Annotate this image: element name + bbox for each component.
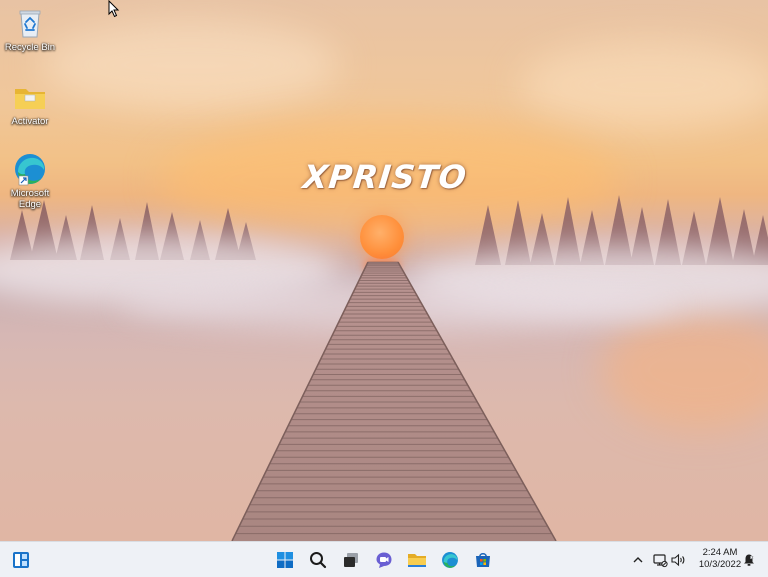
search-icon <box>310 551 327 568</box>
widgets-button[interactable] <box>6 542 36 577</box>
store-button[interactable] <box>468 542 498 577</box>
edge-icon <box>13 152 47 186</box>
desktop-icon-edge[interactable]: Microsoft Edge <box>0 152 60 210</box>
clock-time: 2:24 AM <box>702 547 738 558</box>
edge-taskbar-button[interactable] <box>435 542 465 577</box>
wallpaper-logo: XPRISTO <box>301 158 469 196</box>
start-button[interactable] <box>270 542 300 577</box>
mouse-cursor-icon <box>108 0 120 18</box>
file-explorer-button[interactable] <box>402 542 432 577</box>
start-icon <box>277 551 293 568</box>
widgets-icon <box>13 551 29 568</box>
recycle-bin-icon <box>13 6 47 40</box>
desktop-icon-label: Recycle Bin <box>4 42 56 53</box>
network-button[interactable] <box>650 542 670 577</box>
svg-text:z: z <box>751 555 753 560</box>
chat-button[interactable] <box>369 542 399 577</box>
boardwalk <box>231 261 557 541</box>
desktop-icon-activator[interactable]: Activator <box>0 80 60 127</box>
desktop-icon-recycle-bin[interactable]: Recycle Bin <box>0 6 60 53</box>
desktop-icon-label: Microsoft Edge <box>10 188 50 210</box>
chevron-up-icon <box>633 556 643 562</box>
search-button[interactable] <box>303 542 333 577</box>
clock[interactable]: 2:24 AM 10/3/2022 <box>694 547 746 571</box>
task-view-button[interactable] <box>336 542 366 577</box>
taskbar: 2:24 AM 10/3/2022 z <box>0 541 768 577</box>
desktop[interactable]: XPRISTO Recycle Bin Activator Microsoft … <box>0 0 768 541</box>
volume-button[interactable] <box>668 542 688 577</box>
network-icon <box>653 553 668 567</box>
clock-date: 10/3/2022 <box>698 559 742 570</box>
notification-button[interactable]: z <box>740 542 758 577</box>
volume-icon <box>671 553 685 566</box>
store-icon <box>476 552 490 567</box>
task-view-icon <box>344 552 358 567</box>
show-hidden-icons-button[interactable] <box>628 542 648 577</box>
desktop-icon-label: Activator <box>11 116 49 127</box>
notification-icon: z <box>744 554 754 566</box>
file-explorer-icon <box>408 553 426 567</box>
folder-icon <box>13 80 47 114</box>
chat-icon <box>376 552 392 568</box>
edge-icon <box>442 551 458 568</box>
